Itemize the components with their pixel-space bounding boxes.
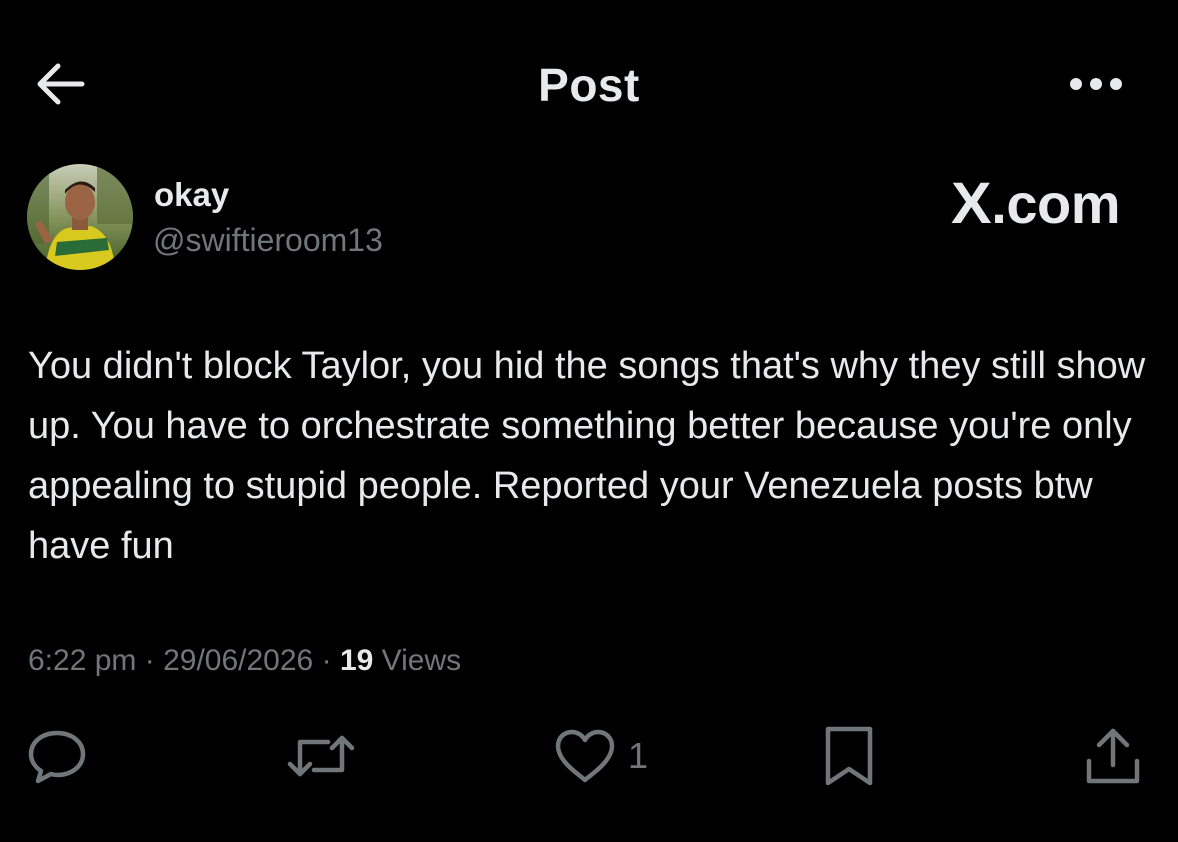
like-count: 1 [628,735,649,776]
share-button[interactable] [1084,722,1142,790]
meta-separator: · [321,644,332,677]
bookmark-icon [825,726,873,786]
author-display-name[interactable]: okay [154,176,229,214]
heart-icon [555,729,615,783]
post-meta: 6:22 pm · 29/06/2026 · 19 Views [28,644,461,678]
author-handle[interactable]: @swiftieroom13 [153,222,383,259]
views-count: 19 [339,644,374,677]
meta-separator: · [144,644,155,677]
repost-button[interactable] [286,722,356,790]
watermark-suffix: .com [991,172,1120,235]
avatar[interactable] [27,164,133,270]
repost-icon [287,735,355,777]
share-icon [1086,728,1140,784]
top-bar: Post [0,0,1178,165]
reply-button[interactable] [26,722,88,790]
reply-icon [28,730,86,784]
action-bar: 1 [0,722,1178,790]
more-horizontal-icon [1070,78,1122,90]
views-label: Views [381,644,462,677]
post-time[interactable]: 6:22 pm [28,644,136,677]
bookmark-button[interactable] [822,722,876,790]
post-text: You didn't block Taylor, you hid the son… [28,345,1146,567]
like-button[interactable]: 1 [554,722,648,790]
profile-photo [27,164,133,270]
more-options-button[interactable] [1060,64,1132,104]
x-com-watermark: X .com [951,170,1120,237]
page-title: Post [538,59,640,111]
x-logo-letter: X [951,171,992,236]
post-date[interactable]: 29/06/2026 [163,644,313,677]
